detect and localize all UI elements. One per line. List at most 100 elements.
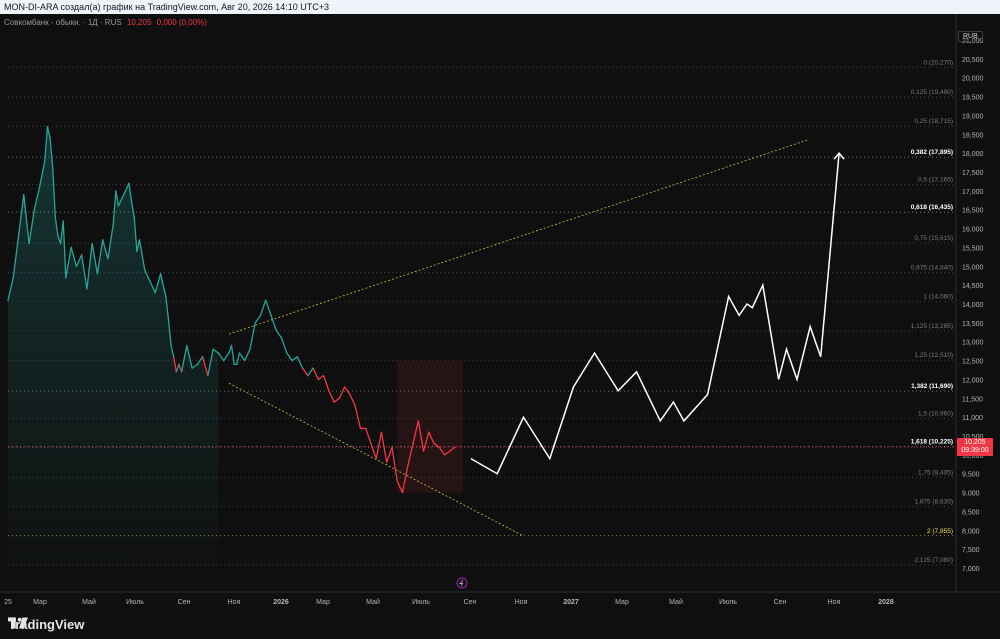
price-series-segment: [217, 352, 225, 362]
projection-path: [470, 153, 840, 475]
price-point: [38, 186, 41, 188]
price-point: [62, 220, 64, 222]
price-point: [70, 246, 72, 249]
price-series-segment: [354, 405, 362, 430]
time-axis-label: 25: [4, 599, 12, 606]
price-series-segment: [391, 446, 398, 482]
price-series-segment: [244, 348, 251, 362]
price-point: [128, 182, 130, 184]
price-series-segment: [349, 393, 356, 407]
time-axis-label: Мар: [615, 599, 629, 606]
price-point: [375, 458, 377, 460]
price-series-segment: [238, 352, 246, 362]
price-point: [207, 375, 209, 377]
price-axis-label: 14,500: [962, 283, 984, 290]
price-axis-label: 16,500: [962, 208, 984, 215]
price-axis-label: 7,000: [962, 566, 980, 573]
price-point: [307, 375, 309, 377]
price-point: [178, 363, 180, 365]
chart-area[interactable]: 0 (20,270) 0,125 (19,490) 0,25 (18,715) 0,3…: [0, 14, 1000, 612]
price-point: [433, 442, 435, 445]
price-series-segment: [249, 322, 256, 350]
fib-level-label: 0,382 (17,895): [911, 149, 953, 156]
price-point: [123, 194, 125, 196]
time-axis-label: Мар: [33, 599, 47, 606]
price-point: [417, 420, 419, 422]
time-axis-label: Сен: [464, 599, 477, 606]
price-axis-label: 7,500: [962, 547, 980, 554]
price-point: [149, 280, 151, 282]
price-series-segment: [333, 397, 341, 403]
price-series-segment: [280, 337, 288, 354]
price-point: [365, 427, 367, 430]
price-series-segment: [275, 329, 283, 339]
currency-button[interactable]: RUB: [958, 31, 983, 42]
price-point: [81, 254, 83, 256]
price-point: [167, 318, 170, 320]
price-point: [136, 250, 138, 252]
lightning-icon: [456, 577, 468, 589]
price-axis-label: 14,000: [962, 302, 984, 309]
price-series-segment: [230, 344, 235, 365]
symbol-label[interactable]: Совкомбанк - обыкн. · 1Д · RUS: [4, 18, 122, 27]
price-point: [259, 314, 262, 316]
price-series-segment: [270, 314, 277, 332]
price-point: [44, 160, 46, 162]
fib-level-label: 1 (14,060): [923, 294, 953, 301]
price-point: [202, 356, 204, 358]
fib-level-label: 0,875 (14,840): [911, 264, 953, 271]
price-series-segment: [365, 427, 372, 445]
price-axis-label: 19,500: [962, 95, 984, 102]
price-point: [212, 348, 214, 350]
lightning-glyph: [459, 579, 464, 587]
price-point: [291, 359, 293, 362]
price-axis-label: 15,500: [962, 245, 984, 252]
price-point: [438, 446, 440, 448]
price-point: [280, 337, 283, 339]
fib-level-label: 0,125 (19,490): [911, 89, 953, 96]
price-point: [233, 363, 235, 365]
price-point: [154, 292, 156, 294]
price-point: [407, 465, 409, 467]
price-axis-label: 9,500: [962, 472, 980, 479]
price-point: [386, 461, 388, 463]
price-point: [7, 299, 9, 301]
time-axis-label: 2027: [563, 599, 579, 606]
price-point: [422, 450, 425, 452]
price-axis-label: 13,500: [962, 321, 984, 328]
price-axis-label: 19,000: [962, 113, 984, 120]
price-point: [117, 205, 120, 207]
price-series-segment: [343, 386, 351, 396]
price-series-segment: [386, 446, 393, 464]
price-point: [23, 194, 25, 196]
price-point: [443, 454, 446, 456]
price-point: [165, 295, 167, 298]
time-axis-label: Сен: [178, 599, 191, 606]
price-point: [317, 378, 319, 381]
price-point: [144, 269, 146, 271]
symbol-legend[interactable]: Совкомбанк - обыкн. · 1Д · RUS 10,205 0,…: [4, 18, 207, 27]
price-point: [133, 216, 135, 218]
price-point: [57, 235, 59, 237]
last-price-value: 10,205: [964, 439, 986, 447]
legend-change: 0,000 (0,00%): [156, 18, 207, 27]
price-axis-label: 17,000: [962, 189, 984, 196]
price-point: [75, 265, 77, 267]
price-series-segment: [223, 352, 230, 362]
price-point: [60, 243, 62, 245]
fib-level-label: 1,618 (10,225): [911, 438, 953, 445]
price-axis-label: 13,000: [962, 340, 984, 347]
time-axis-label: Май: [82, 598, 96, 606]
fib-level-label: 0,618 (16,435): [911, 204, 953, 211]
tradingview-logo[interactable]: TradingView: [8, 617, 84, 632]
fib-level-label: 1,382 (11,690): [911, 383, 953, 390]
price-point: [138, 239, 141, 241]
price-point: [228, 352, 230, 354]
time-axis-label: Ноя: [828, 599, 841, 606]
price-point: [380, 431, 383, 433]
price-series-segment: [296, 356, 304, 369]
chart-canvas[interactable]: 0 (20,270) 0,125 (19,490) 0,25 (18,715) 0,3…: [0, 14, 1000, 612]
price-point: [52, 167, 54, 169]
price-point: [54, 216, 56, 218]
price-point: [170, 344, 172, 347]
